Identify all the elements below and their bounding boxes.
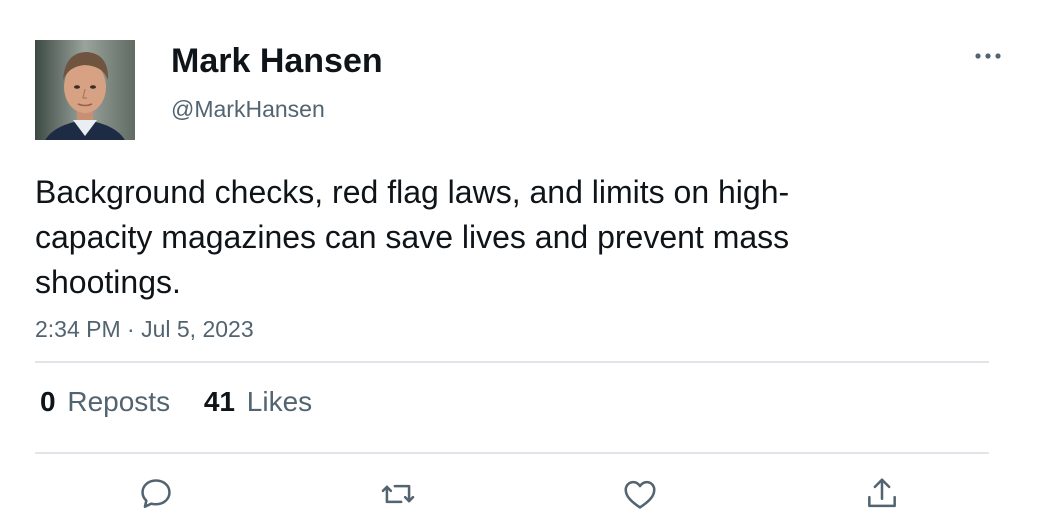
divider — [35, 361, 989, 363]
likes-count: 41 — [203, 386, 236, 417]
reply-button[interactable] — [136, 474, 176, 514]
tweet-text-line: Background checks, red flag laws, and li… — [35, 174, 790, 210]
reposts-label: Reposts — [67, 386, 171, 417]
repost-icon — [381, 484, 415, 504]
reply-icon — [141, 479, 171, 508]
engagement-stats: 0 Reposts 41 Likes — [40, 386, 338, 418]
divider — [35, 452, 989, 454]
likes-label: Likes — [246, 386, 313, 417]
timestamp[interactable]: 2:34 PM · Jul 5, 2023 — [35, 316, 254, 343]
tweet-text-line: capacity magazines can save lives and pr… — [35, 219, 790, 255]
avatar[interactable] — [35, 40, 135, 140]
reposts-count: 0 — [40, 386, 56, 417]
more-options-button[interactable] — [970, 44, 1006, 68]
tweet-card: Mark Hansen @MarkHansen Background check… — [0, 0, 1050, 525]
more-icon — [975, 53, 1001, 59]
likes-stat[interactable]: 41 Likes — [204, 386, 312, 418]
reposts-stat[interactable]: 0 Reposts — [40, 386, 170, 418]
like-icon — [624, 480, 656, 509]
display-name[interactable]: Mark Hansen — [171, 42, 383, 81]
tweet-text: Background checks, red flag laws, and li… — [35, 170, 935, 305]
like-button[interactable] — [620, 474, 660, 514]
avatar-photo — [35, 40, 135, 140]
share-icon — [868, 478, 896, 508]
tweet-text-line: shootings. — [35, 264, 181, 300]
repost-button[interactable] — [378, 474, 418, 514]
user-handle[interactable]: @MarkHansen — [171, 96, 325, 123]
share-button[interactable] — [862, 474, 902, 514]
